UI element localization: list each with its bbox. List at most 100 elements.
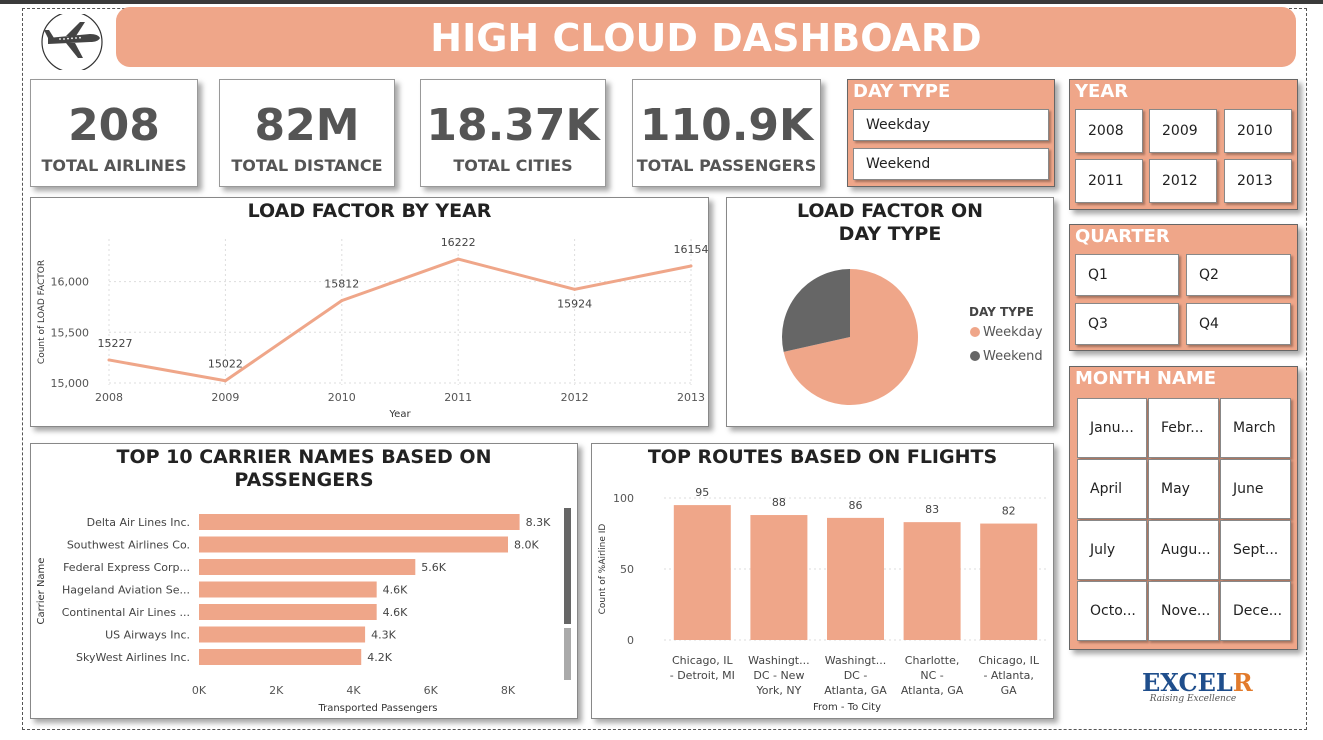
x-tick-label: 2009	[211, 391, 239, 404]
load-factor-day-type-card: LOAD FACTOR ON DAY TYPE DAY TYPE Weekday W…	[726, 197, 1054, 427]
slicer-item-2009[interactable]: 2009	[1149, 109, 1217, 153]
x-tick-label: 2013	[677, 391, 705, 404]
slicer-item-2013[interactable]: 2013	[1224, 159, 1292, 203]
airplane-icon	[40, 11, 104, 73]
slicer-item-2011[interactable]: 2011	[1075, 159, 1143, 203]
x-tick-label: 2008	[95, 391, 123, 404]
data-label: 16222	[441, 236, 476, 249]
slicer-item-november[interactable]: Nove...	[1148, 581, 1219, 641]
x-tick-label: 8K	[501, 684, 516, 697]
y-axis-label: Count of LOAD FACTOR	[37, 260, 47, 364]
slicer-item-q3[interactable]: Q3	[1075, 303, 1179, 345]
bar	[980, 523, 1038, 640]
kpi-total-passengers: 110.9K TOTAL PASSENGERS	[632, 79, 821, 187]
kpi-label: TOTAL AIRLINES	[41, 156, 187, 175]
slicer-item-september[interactable]: Sept...	[1220, 520, 1291, 580]
x-tick-label: 2K	[269, 684, 284, 697]
legend-swatch	[970, 351, 980, 361]
chart-title: TOP ROUTES BASED ON FLIGHTS	[647, 446, 998, 468]
data-point	[573, 287, 577, 291]
x-tick-label: 2011	[444, 391, 472, 404]
category-label: Atlanta, GA	[824, 684, 887, 697]
slicer-item-december[interactable]: Dece...	[1220, 581, 1291, 641]
data-label: 86	[849, 499, 863, 512]
category-label: - Detroit, MI	[670, 669, 735, 682]
data-label: 88	[772, 496, 786, 509]
kpi-label: TOTAL PASSENGERS	[636, 156, 817, 175]
slicer-item-weekend[interactable]: Weekend	[853, 148, 1049, 180]
bar	[199, 604, 377, 620]
kpi-total-airlines: 208 TOTAL AIRLINES	[30, 79, 198, 187]
data-label: 5.6K	[421, 561, 446, 574]
data-label: 95	[695, 486, 709, 499]
kpi-total-distance: 82M TOTAL DISTANCE	[219, 79, 395, 187]
data-point	[223, 379, 227, 383]
category-label: Charlotte,	[905, 654, 960, 667]
data-label: 15022	[208, 358, 243, 371]
kpi-value: 110.9K	[639, 100, 814, 151]
day-type-slicer: DAY TYPE Weekday Weekend	[847, 79, 1055, 187]
data-label: 4.6K	[383, 584, 408, 597]
top-strip	[0, 0, 1323, 4]
y-tick-label: 16,000	[51, 276, 90, 289]
brand-accent: R	[1232, 668, 1253, 697]
category-label: NC -	[920, 669, 943, 682]
month-slicer: MONTH NAME Janu... Febr... March April M…	[1069, 366, 1298, 650]
data-label: 15924	[557, 297, 592, 310]
chart-title: LOAD FACTOR BY YEAR	[247, 200, 492, 222]
slicer-title: MONTH NAME	[1075, 368, 1217, 389]
data-label: 8.3K	[526, 516, 551, 529]
category-label: Southwest Airlines Co.	[67, 539, 190, 552]
routes-bar-chart: 0 50 100 95 Chicago, IL - Detroit, MI 88 Washin…	[598, 486, 1047, 713]
category-label: Washingt...	[825, 654, 886, 667]
slicer-item-weekday[interactable]: Weekday	[853, 109, 1049, 141]
slicer-item-q1[interactable]: Q1	[1075, 254, 1179, 296]
data-label: 16154	[674, 243, 709, 256]
slicer-item-april[interactable]: April	[1077, 459, 1147, 519]
slicer-item-2008[interactable]: 2008	[1075, 109, 1143, 153]
data-label: 15812	[324, 278, 359, 291]
slicer-item-august[interactable]: Augu...	[1148, 520, 1219, 580]
slicer-title: QUARTER	[1075, 226, 1170, 247]
slicer-item-july[interactable]: July	[1077, 520, 1147, 580]
slicer-item-october[interactable]: Octo...	[1077, 581, 1147, 641]
scrollbar-thumb	[564, 508, 571, 624]
slicer-item-march[interactable]: March	[1220, 398, 1291, 458]
x-axis-label: From - To City	[813, 702, 881, 713]
chart-title: LOAD FACTOR ON DAY TYPE	[796, 200, 984, 245]
kpi-value: 18.37K	[426, 100, 600, 151]
page-title: HIGH CLOUD DASHBOARD	[116, 7, 1296, 67]
data-point	[340, 299, 344, 303]
category-label: DC -	[844, 669, 868, 682]
category-label: DC - New	[753, 669, 804, 682]
slicer-item-january[interactable]: Janu...	[1077, 398, 1147, 458]
slicer-item-may[interactable]: May	[1148, 459, 1219, 519]
data-label: 15227	[98, 337, 133, 350]
x-tick-label: 2010	[328, 391, 356, 404]
category-label: Hageland Aviation Se...	[62, 584, 190, 597]
slicer-item-q4[interactable]: Q4	[1186, 303, 1291, 345]
category-label: SkyWest Airlines Inc.	[76, 651, 190, 664]
data-label: 4.6K	[383, 606, 408, 619]
category-label: Atlanta, GA	[901, 684, 964, 697]
bar	[199, 626, 366, 643]
y-tick-label: 100	[613, 492, 634, 505]
category-label: - Atlanta,	[983, 669, 1033, 682]
category-label: Chicago, IL	[672, 654, 733, 667]
slicer-item-june[interactable]: June	[1220, 459, 1291, 519]
category-label: US Airways Inc.	[105, 629, 190, 642]
slicer-item-q2[interactable]: Q2	[1186, 254, 1291, 296]
quarter-slicer: QUARTER Q1 Q2 Q3 Q4	[1069, 224, 1298, 351]
y-axis-label: Carrier Name	[36, 558, 47, 625]
category-label: Federal Express Corp...	[63, 561, 190, 574]
data-point	[689, 264, 693, 268]
slicer-item-february[interactable]: Febr...	[1148, 398, 1219, 458]
category-label: Delta Air Lines Inc.	[87, 516, 190, 529]
bar	[199, 536, 508, 553]
kpi-value: 208	[68, 100, 160, 151]
slicer-title: DAY TYPE	[853, 81, 951, 102]
slicer-item-2010[interactable]: 2010	[1224, 109, 1292, 153]
slicer-item-2012[interactable]: 2012	[1149, 159, 1217, 203]
series-line	[108, 257, 692, 383]
pie-chart: DAY TYPE Weekday Weekend	[782, 269, 1043, 405]
